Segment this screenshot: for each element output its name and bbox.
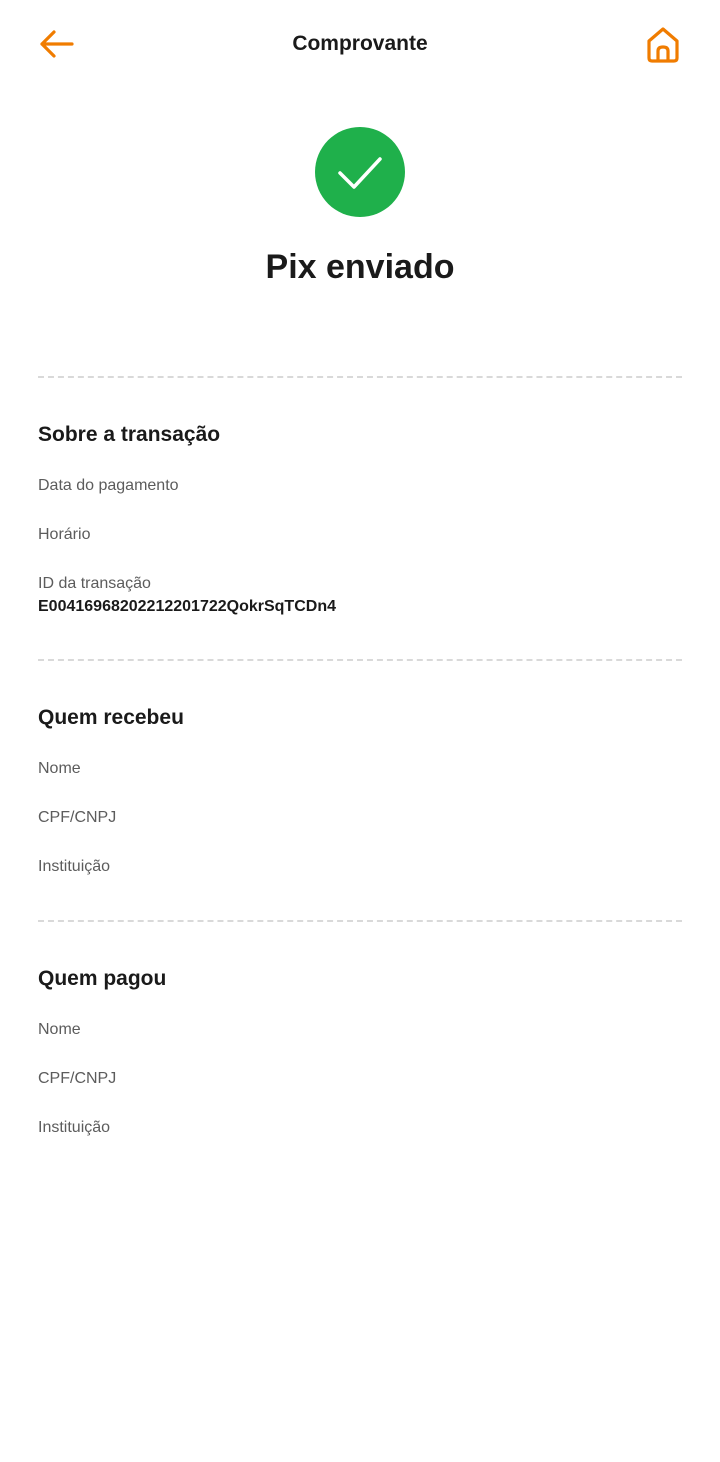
payer-name-label: Nome	[38, 1021, 81, 1038]
receiver-document-label: CPF/CNPJ	[38, 809, 117, 826]
payer-institution-label: Instituição	[38, 1119, 111, 1136]
receiver-name-label: Nome	[38, 760, 81, 777]
transaction-id-value: E00416968202212201722QokrSqTCDn4	[38, 598, 336, 615]
payer-section-title: Quem pagou	[38, 967, 167, 990]
divider	[38, 659, 682, 661]
home-icon	[647, 27, 679, 63]
home-button[interactable]	[644, 25, 682, 65]
receiver-institution-label: Instituição	[38, 858, 111, 875]
divider	[38, 376, 682, 378]
check-icon	[338, 157, 382, 189]
page-title: Comprovante	[292, 32, 428, 55]
receiver-section-title: Quem recebeu	[38, 706, 184, 729]
header: Comprovante	[0, 0, 720, 92]
transaction-id-label: ID da transação	[38, 575, 151, 592]
divider	[38, 920, 682, 922]
transaction-section-title: Sobre a transação	[38, 423, 221, 446]
payer-document-label: CPF/CNPJ	[38, 1070, 117, 1087]
status-headline: Pix enviado	[265, 248, 455, 286]
payment-date-label: Data do pagamento	[38, 477, 179, 494]
time-label: Horário	[38, 526, 91, 543]
success-badge	[315, 127, 405, 217]
